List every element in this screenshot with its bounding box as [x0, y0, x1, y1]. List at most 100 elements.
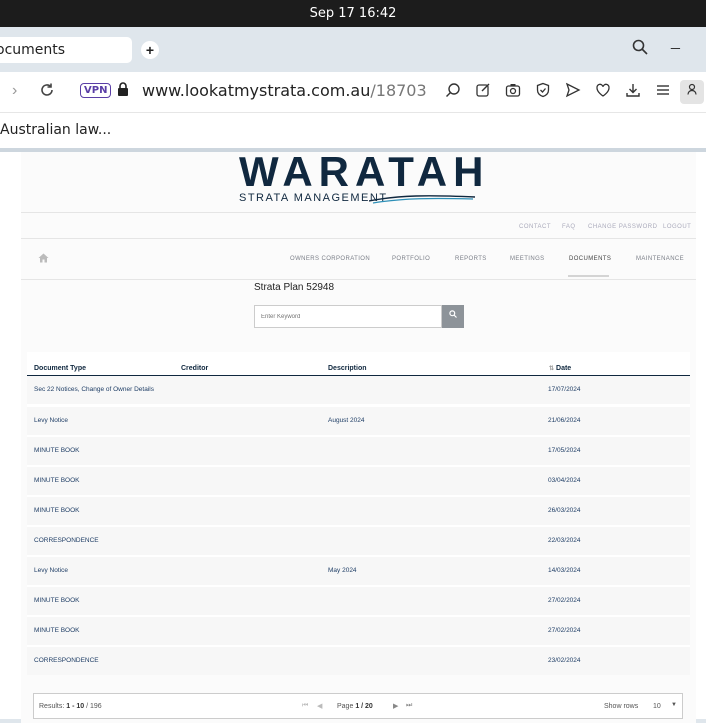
tab-documents[interactable]: ocuments: [0, 37, 132, 63]
shield-icon[interactable]: [533, 82, 553, 102]
nav-owners-corporation[interactable]: OWNERS CORPORATION: [290, 256, 370, 262]
results-summary: Results: 1 - 10 / 196: [39, 703, 102, 710]
rows-per-page-select[interactable]: 10: [653, 703, 661, 710]
table-header: Document Type Creditor Description ⇅ Date: [27, 352, 690, 376]
documents-table: Document Type Creditor Description ⇅ Date…: [27, 352, 690, 675]
cell-date: 26/03/2024: [548, 507, 581, 514]
col-date[interactable]: ⇅ Date: [549, 365, 571, 372]
logout-link[interactable]: LOGOUT: [663, 224, 691, 230]
cell-date: 27/02/2024: [548, 627, 581, 634]
edit-icon[interactable]: [473, 82, 493, 102]
nav-reports[interactable]: REPORTS: [455, 256, 487, 262]
download-icon[interactable]: [623, 82, 643, 102]
table-row[interactable]: Sec 22 Notices, Change of Owner Details …: [27, 376, 690, 404]
search-button[interactable]: [442, 305, 464, 328]
results-label: Results:: [39, 703, 65, 710]
table-row[interactable]: CORRESPONDENCE 23/02/2024: [27, 647, 690, 675]
zoom-icon[interactable]: [443, 82, 463, 102]
search-tabs-icon[interactable]: [632, 39, 648, 60]
results-range: 1 - 10: [66, 703, 85, 710]
nav-portfolio[interactable]: PORTFOLIO: [392, 256, 430, 262]
cell-document-type: MINUTE BOOK: [34, 627, 80, 634]
active-nav-indicator: [568, 275, 609, 277]
cell-document-type: Sec 22 Notices, Change of Owner Details: [34, 386, 154, 393]
bookmarks-bar: Australian law...: [0, 112, 706, 148]
minimize-button[interactable]: _: [671, 33, 680, 51]
cell-date: 23/02/2024: [548, 657, 581, 664]
reload-icon[interactable]: [39, 82, 55, 103]
cell-date: 17/05/2024: [548, 447, 581, 454]
url-path: /187035/dc: [370, 81, 427, 100]
table-row[interactable]: MINUTE BOOK 03/04/2024: [27, 467, 690, 495]
cell-date: 17/07/2024: [548, 386, 581, 393]
table-row[interactable]: MINUTE BOOK 27/02/2024: [27, 587, 690, 615]
chevron-down-icon[interactable]: ▼: [671, 702, 677, 708]
pagination-bar: Results: 1 - 10 / 196 ⏮ ◀ Page 1 / 20 ▶ …: [33, 693, 683, 719]
cell-document-type: MINUTE BOOK: [34, 447, 80, 454]
faq-link[interactable]: FAQ: [562, 224, 576, 230]
table-row[interactable]: MINUTE BOOK 27/02/2024: [27, 617, 690, 645]
profile-icon[interactable]: [680, 80, 704, 104]
logo-wave-icon: [369, 195, 475, 204]
site-logo[interactable]: WARATAH STRATA MANAGEMENT: [239, 151, 483, 212]
cell-date: 14/03/2024: [548, 567, 581, 574]
camera-icon[interactable]: [503, 82, 523, 102]
sort-icon: ⇅: [549, 366, 555, 372]
prev-page-icon[interactable]: ◀: [317, 702, 322, 710]
cell-date: 21/06/2024: [548, 417, 581, 424]
menu-icon[interactable]: [653, 82, 673, 102]
cell-document-type: CORRESPONDENCE: [34, 537, 99, 544]
cell-date: 27/02/2024: [548, 597, 581, 604]
cell-document-type: Levy Notice: [34, 567, 68, 574]
table-row[interactable]: MINUTE BOOK 17/05/2024: [27, 437, 690, 465]
table-row[interactable]: CORRESPONDENCE 22/03/2024: [27, 527, 690, 555]
col-document-type[interactable]: Document Type: [34, 365, 86, 372]
nav-documents[interactable]: DOCUMENTS: [569, 256, 611, 262]
results-total: / 196: [86, 703, 102, 710]
contact-link[interactable]: CONTACT: [519, 224, 551, 230]
cell-document-type: CORRESPONDENCE: [34, 657, 99, 664]
url-field[interactable]: www.lookatmystrata.com.au/187035/dc: [142, 81, 427, 100]
new-tab-button[interactable]: +: [141, 41, 159, 59]
show-rows-label: Show rows: [604, 703, 639, 710]
home-icon[interactable]: [38, 253, 49, 266]
cell-description: May 2024: [328, 567, 357, 574]
col-date-label: Date: [556, 365, 572, 372]
main-nav: OWNERS CORPORATION PORTFOLIO REPORTS MEE…: [21, 239, 696, 280]
col-creditor[interactable]: Creditor: [181, 365, 208, 372]
cell-date: 03/04/2024: [548, 477, 581, 484]
page-container: WARATAH STRATA MANAGEMENT CONTACT FAQ CH…: [21, 151, 696, 723]
page-value: 1 / 20: [355, 703, 373, 710]
address-bar-row: › VPN www.lookatmystrata.com.au/187035/d…: [0, 72, 706, 112]
lock-icon[interactable]: [117, 82, 129, 99]
send-icon[interactable]: [563, 82, 583, 102]
cell-description: August 2024: [328, 417, 365, 424]
plan-title: Strata Plan 52948: [254, 282, 335, 293]
last-page-icon[interactable]: ⏭: [406, 702, 412, 710]
cell-document-type: MINUTE BOOK: [34, 477, 80, 484]
page-viewport: WARATAH STRATA MANAGEMENT CONTACT FAQ CH…: [0, 148, 706, 723]
cell-document-type: MINUTE BOOK: [34, 597, 80, 604]
cell-date: 22/03/2024: [548, 537, 581, 544]
table-row[interactable]: MINUTE BOOK 26/03/2024: [27, 497, 690, 525]
page-indicator: Page 1 / 20: [337, 703, 373, 710]
change-password-link[interactable]: CHANGE PASSWORD: [588, 224, 657, 230]
page-label: Page: [337, 703, 354, 710]
vpn-badge[interactable]: VPN: [80, 83, 112, 98]
tab-title: ocuments: [0, 42, 66, 58]
nav-maintenance[interactable]: MAINTENANCE: [636, 256, 684, 262]
cell-document-type: MINUTE BOOK: [34, 507, 80, 514]
col-description[interactable]: Description: [328, 365, 367, 372]
table-row[interactable]: Levy Notice May 2024 14/03/2024: [27, 557, 690, 585]
keyword-search-input[interactable]: [254, 305, 442, 328]
bookmark-australian-law[interactable]: Australian law...: [0, 122, 111, 138]
nav-meetings[interactable]: MEETINGS: [510, 256, 545, 262]
next-page-icon[interactable]: ▶: [393, 702, 398, 710]
cell-document-type: Levy Notice: [34, 417, 68, 424]
table-row[interactable]: Levy Notice August 2024 21/06/2024: [27, 407, 690, 435]
forward-icon[interactable]: ›: [12, 82, 17, 100]
first-page-icon[interactable]: ⏮: [302, 702, 308, 710]
tab-strip: ocuments + _: [0, 27, 706, 72]
search-icon: [449, 310, 457, 318]
heart-icon[interactable]: [593, 82, 613, 102]
